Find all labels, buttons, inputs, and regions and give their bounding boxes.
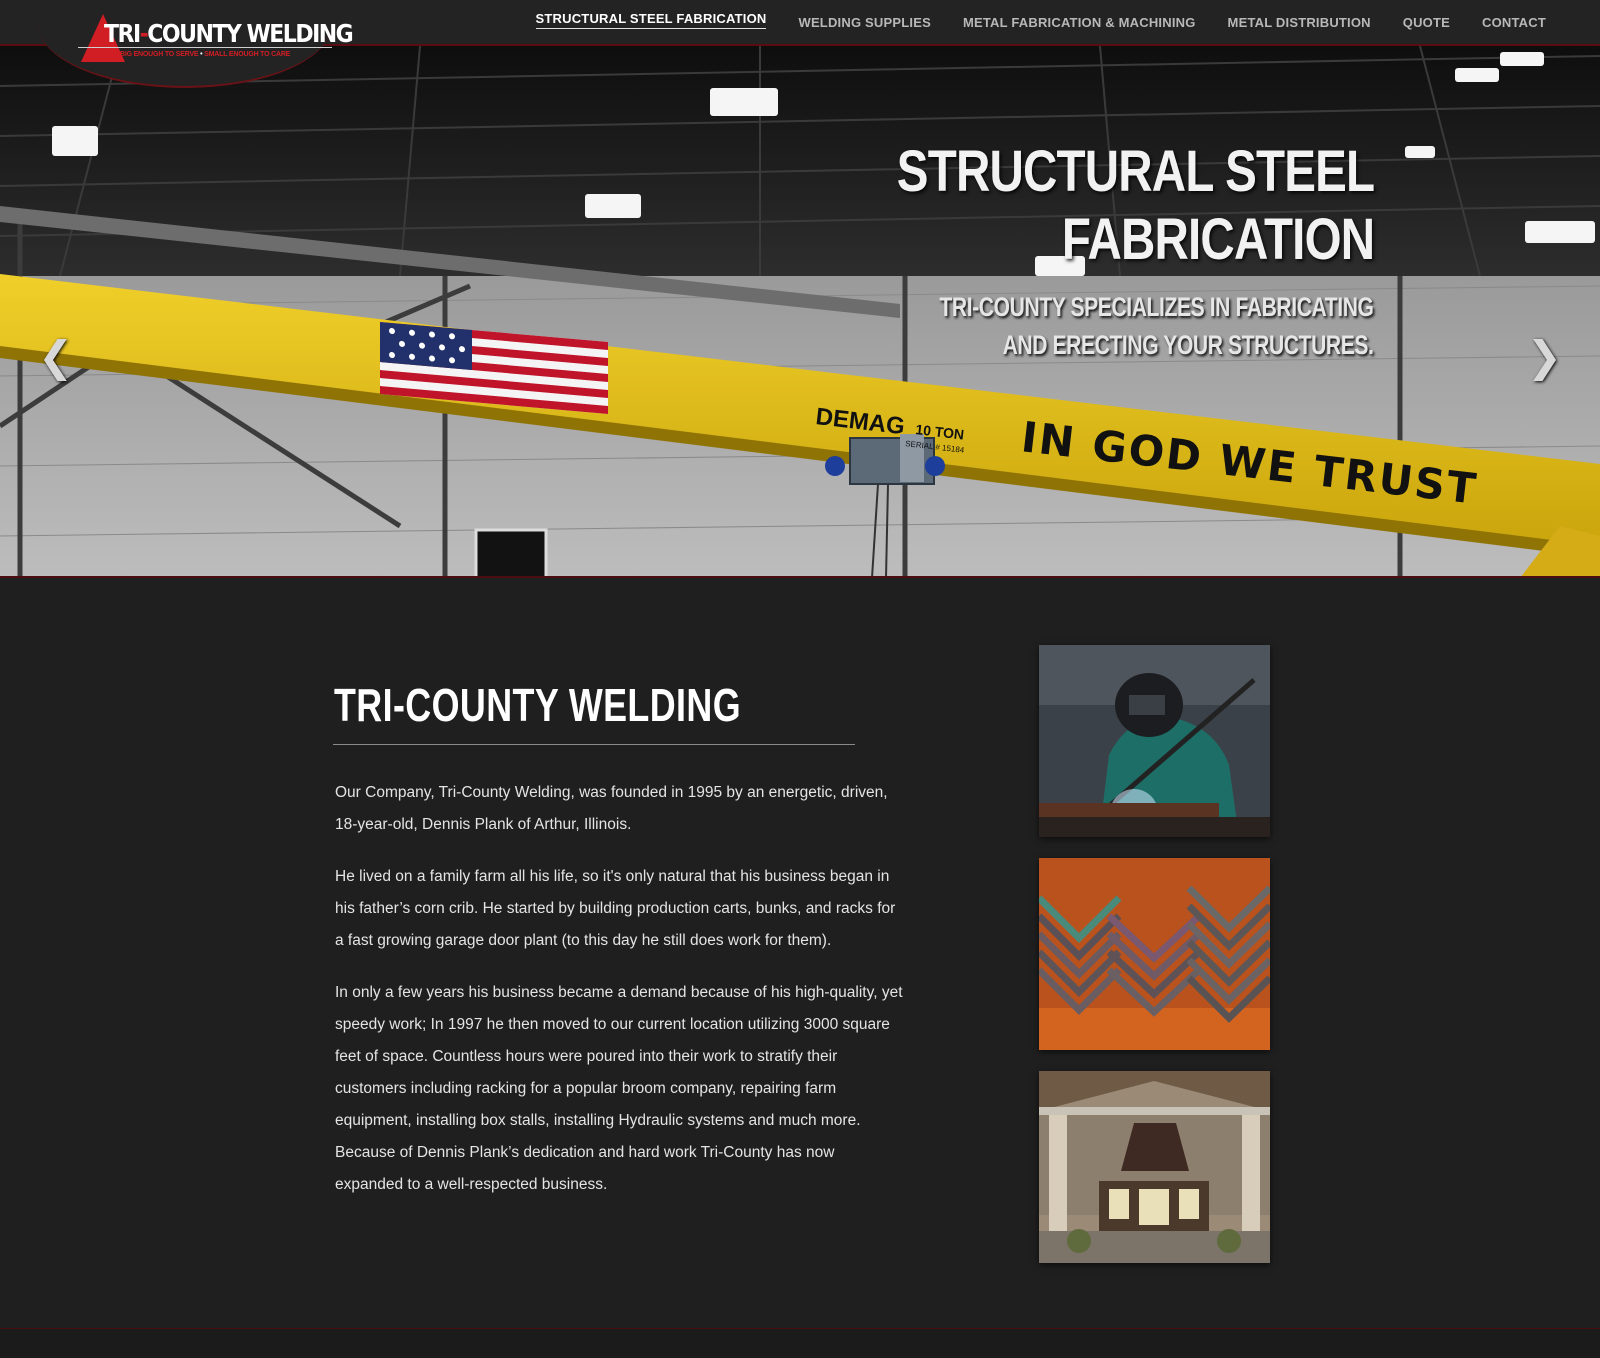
nav-metal-distribution[interactable]: METAL DISTRIBUTION [1228, 15, 1371, 32]
slider-prev-button[interactable]: ❮ [38, 332, 73, 381]
about-paragraph: Our Company, Tri-County Welding, was fou… [335, 784, 888, 833]
hero-title: STRUCTURAL STEEL FABRICATION [896, 139, 1375, 272]
logo-divider [78, 47, 332, 48]
nav-quote[interactable]: QUOTE [1403, 15, 1450, 32]
nav-contact[interactable]: CONTACT [1482, 15, 1546, 32]
about-paragraph: He lived on a family farm all his life, … [335, 868, 896, 949]
about-body: Our Company, Tri-County Welding, was fou… [335, 777, 905, 1221]
welder-photo[interactable] [1039, 645, 1270, 837]
about-heading: TRI-COUNTY WELDING [334, 679, 742, 731]
hero-slider: DEMAG 10 TON SERIAL # 15184 IN GOD WE TR… [0, 46, 1600, 578]
slider-next-button[interactable]: ❯ [1527, 332, 1562, 381]
chevron-right-icon: ❯ [1526, 332, 1562, 381]
logo-tagline: BIG ENOUGH TO SERVE • SMALL ENOUGH TO CA… [120, 51, 291, 58]
site-footer [0, 1329, 1600, 1358]
about-heading-divider [333, 744, 855, 745]
about-paragraph: In only a few years his business became … [335, 984, 903, 1193]
hero-subtitle: TRI-COUNTY SPECIALIZES IN FABRICATING AND… [939, 292, 1374, 360]
nav-structural-steel-fabrication[interactable]: STRUCTURAL STEEL FABRICATION [535, 11, 767, 29]
site-logo[interactable]: TRI-COUNTY WELDING BIG ENOUGH TO SERVE •… [38, 0, 354, 90]
chevron-left-icon: ❮ [38, 332, 74, 381]
angle-iron-photo[interactable] [1039, 858, 1270, 1050]
nav-metal-fabrication-machining[interactable]: METAL FABRICATION & MACHINING [963, 15, 1196, 32]
nav-welding-supplies[interactable]: WELDING SUPPLIES [798, 15, 931, 32]
main-nav: STRUCTURAL STEEL FABRICATION WELDING SUP… [504, 0, 1546, 46]
logo-wordmark: TRI-COUNTY WELDING [104, 20, 354, 49]
about-section: TRI-COUNTY WELDING Our Company, Tri-Coun… [0, 578, 1600, 1328]
pavilion-photo[interactable] [1039, 1071, 1270, 1263]
